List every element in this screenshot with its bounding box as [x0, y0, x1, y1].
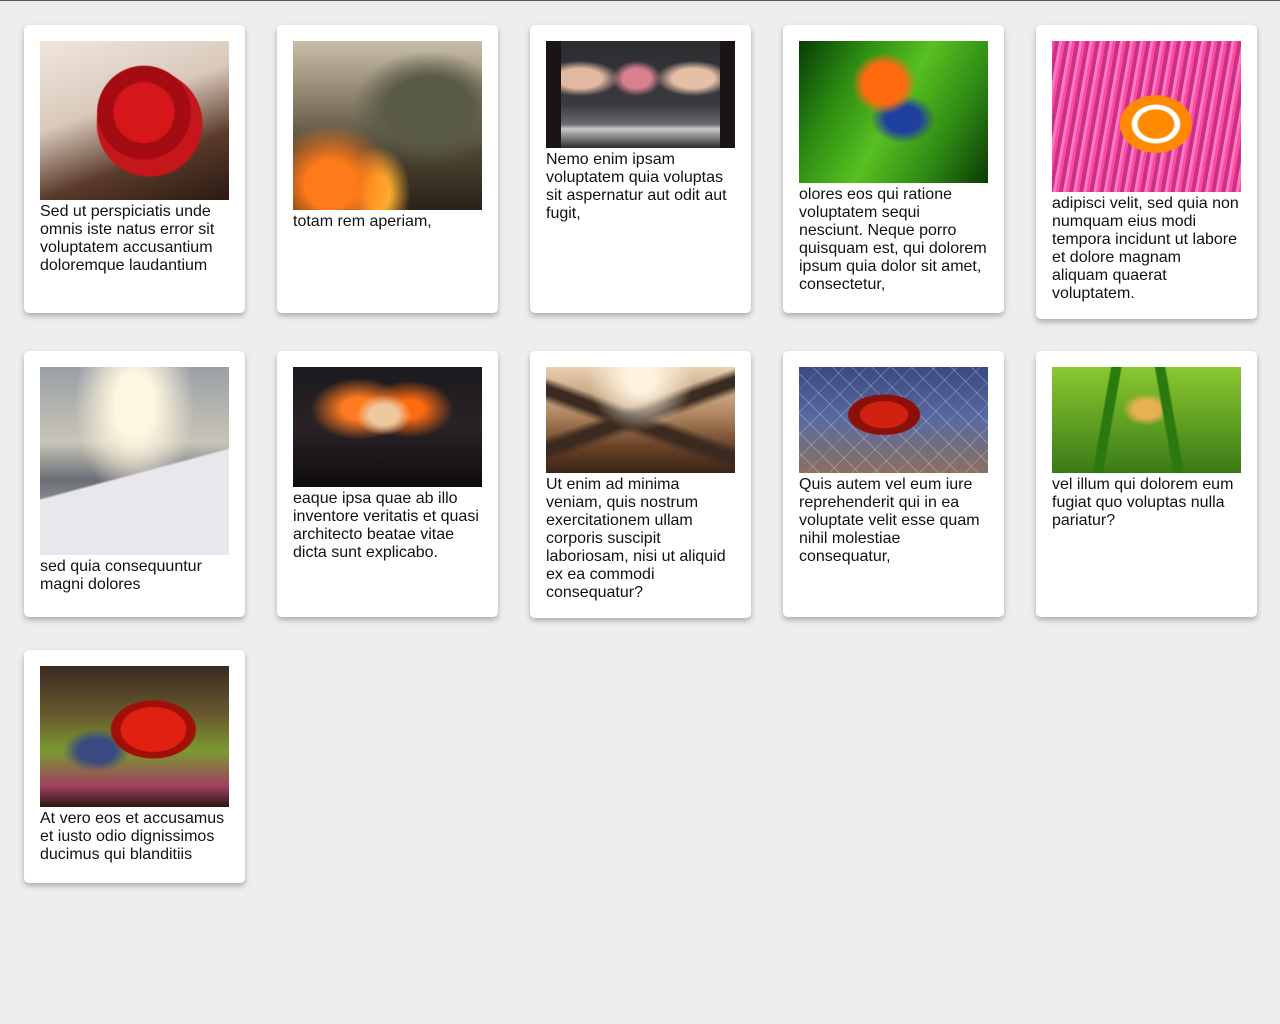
card-caption: olores eos qui ratione voluptatem sequi … — [799, 186, 987, 293]
card-fire-angel[interactable]: eaque ipsa quae ab illo inventore verita… — [277, 351, 498, 617]
card-dark-angel[interactable]: Ut enim ad minima veniam, quis nostrum e… — [530, 351, 751, 618]
card-orange-frog[interactable]: olores eos qui ratione voluptatem sequi … — [783, 25, 1004, 313]
card-caption: Ut enim ad minima veniam, quis nostrum e… — [546, 476, 726, 601]
card-caption: totam rem aperiam, — [293, 213, 432, 230]
card-soldier[interactable]: totam rem aperiam, — [277, 25, 498, 313]
card-caption: Nemo enim ipsam voluptatem quia voluptas… — [546, 151, 727, 222]
orange-frog-image[interactable] — [799, 41, 988, 183]
urinals-image[interactable] — [546, 41, 735, 148]
spiderman-image[interactable] — [799, 367, 988, 473]
card-urinals[interactable]: Nemo enim ipsam voluptatem quia voluptas… — [530, 25, 751, 313]
fire-angel-image[interactable] — [293, 367, 482, 487]
card-rose[interactable]: Sed ut perspiciatis unde omnis iste natu… — [24, 25, 245, 313]
card-caption: At vero eos et accusamus et iusto odio d… — [40, 810, 225, 863]
card-caption: adipisci velit, sed quia non numquam eiu… — [1052, 195, 1239, 302]
tree-frog-image[interactable] — [1052, 367, 1241, 473]
card-clownfish[interactable]: adipisci velit, sed quia non numquam eiu… — [1036, 25, 1257, 319]
clownfish-image[interactable] — [1052, 41, 1241, 192]
card-row-3: At vero eos et accusamus et iusto odio d… — [24, 650, 1256, 883]
card-mountain[interactable]: sed quia consequuntur magni dolores — [24, 351, 245, 617]
mountain-image[interactable] — [40, 367, 229, 555]
card-caption: vel illum qui dolorem eum fugiat quo vol… — [1052, 476, 1234, 529]
card-caption: eaque ipsa quae ab illo inventore verita… — [293, 490, 479, 561]
card-row-2: sed quia consequuntur magni dolores eaqu… — [24, 351, 1257, 618]
card-grid: Sed ut perspiciatis unde omnis iste natu… — [24, 25, 1257, 915]
card-caption: sed quia consequuntur magni dolores — [40, 558, 202, 593]
dark-angel-image[interactable] — [546, 367, 735, 473]
top-border — [0, 0, 1280, 1]
card-caption: Quis autem vel eum iure reprehenderit qu… — [799, 476, 980, 565]
red-frog-image[interactable] — [40, 666, 229, 807]
rose-image[interactable] — [40, 41, 229, 200]
card-spiderman[interactable]: Quis autem vel eum iure reprehenderit qu… — [783, 351, 1004, 617]
card-red-frog[interactable]: At vero eos et accusamus et iusto odio d… — [24, 650, 245, 883]
soldier-image[interactable] — [293, 41, 482, 210]
card-caption: Sed ut perspiciatis unde omnis iste natu… — [40, 203, 215, 274]
card-tree-frog[interactable]: vel illum qui dolorem eum fugiat quo vol… — [1036, 351, 1257, 617]
card-row-1: Sed ut perspiciatis unde omnis iste natu… — [24, 25, 1257, 319]
